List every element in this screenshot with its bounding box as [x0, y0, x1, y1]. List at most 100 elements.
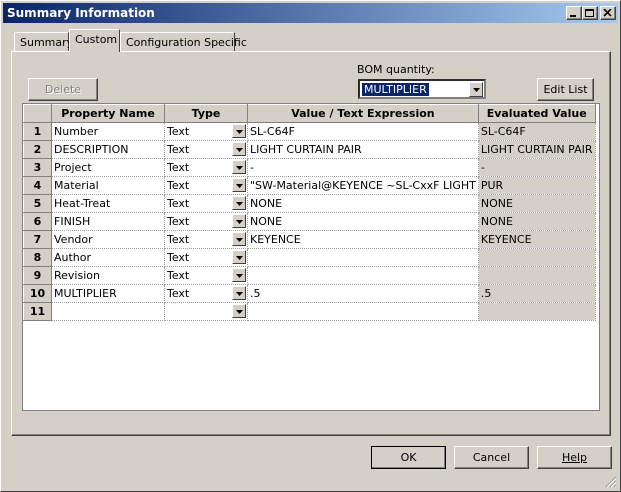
value-text-expression-cell[interactable]: SL-C64F [247, 122, 479, 141]
summary-information-dialog: Summary Information Summary Custom Confi… [0, 0, 621, 492]
property-name-cell[interactable]: Revision [51, 266, 165, 285]
value-text-expression-cell[interactable]: .5 [247, 284, 479, 303]
property-name-cell[interactable]: MULTIPLIER [51, 284, 165, 303]
column-header-property-name[interactable]: Property Name [51, 104, 165, 123]
table-row: 8 Author Text [23, 248, 596, 267]
table-row: 6 FINISH Text NONE NONE [23, 212, 596, 231]
property-name-cell[interactable]: Heat-Treat [51, 194, 165, 213]
tab-summary[interactable]: Summary [14, 32, 73, 52]
value-text-expression-cell[interactable]: NONE [247, 194, 479, 213]
type-dropdown-button[interactable] [232, 214, 246, 228]
type-dropdown-button[interactable] [232, 178, 246, 192]
table-row: 9 Revision Text [23, 266, 596, 285]
property-name-cell[interactable]: Project [51, 158, 165, 177]
tab-configuration-specific-label: Configuration Specific [126, 36, 247, 49]
resize-grip-icon[interactable] [605, 476, 617, 488]
row-number[interactable]: 3 [23, 158, 52, 177]
type-cell[interactable]: Text [164, 122, 248, 141]
bom-quantity-select[interactable]: MULTIPLIER [358, 79, 486, 99]
evaluated-value-cell: KEYENCE [478, 230, 596, 249]
type-dropdown-button[interactable] [232, 160, 246, 174]
type-cell[interactable]: Text [164, 248, 248, 267]
tab-custom[interactable]: Custom [69, 29, 120, 52]
type-value: Text [167, 251, 190, 264]
help-button-label: Help [561, 451, 588, 464]
chevron-down-icon [236, 274, 243, 278]
type-dropdown-button[interactable] [232, 124, 246, 138]
value-text-expression-cell[interactable]: KEYENCE [247, 230, 479, 249]
property-name-cell[interactable]: Number [51, 122, 165, 141]
evaluated-value-cell: LIGHT CURTAIN PAIR [478, 140, 596, 159]
value-text-expression-cell[interactable]: LIGHT CURTAIN PAIR [247, 140, 479, 159]
value-text-expression-cell[interactable]: NONE [247, 212, 479, 231]
type-cell[interactable]: Text [164, 140, 248, 159]
evaluated-value-cell [478, 266, 596, 285]
value-text-expression-cell[interactable]: - [247, 158, 479, 177]
table-row: 10 MULTIPLIER Text .5 .5 [23, 284, 596, 303]
type-cell[interactable]: Text [164, 158, 248, 177]
row-number[interactable]: 8 [23, 248, 52, 267]
property-name-cell[interactable] [51, 302, 165, 321]
value-text-expression-cell[interactable] [247, 266, 479, 285]
row-number[interactable]: 9 [23, 266, 52, 285]
row-number[interactable]: 4 [23, 176, 52, 195]
row-number[interactable]: 1 [23, 122, 52, 141]
help-button[interactable]: Help [537, 446, 612, 469]
type-cell[interactable]: Text [164, 230, 248, 249]
bom-quantity-value: MULTIPLIER [362, 83, 429, 96]
type-dropdown-button[interactable] [232, 250, 246, 264]
property-name-cell[interactable]: Material [51, 176, 165, 195]
minimize-button[interactable] [566, 6, 582, 20]
property-name-cell[interactable]: Author [51, 248, 165, 267]
type-dropdown-button[interactable] [232, 142, 246, 156]
type-cell[interactable]: Text [164, 176, 248, 195]
column-header-evaluated-value[interactable]: Evaluated Value [477, 104, 596, 123]
tab-configuration-specific[interactable]: Configuration Specific [120, 32, 247, 52]
type-value: Text [167, 233, 190, 246]
property-name-cell[interactable]: Vendor [51, 230, 165, 249]
type-cell[interactable]: Text [164, 284, 248, 303]
row-number[interactable]: 2 [23, 140, 52, 159]
row-number[interactable]: 7 [23, 230, 52, 249]
title-bar[interactable]: Summary Information [3, 3, 618, 23]
type-dropdown-button[interactable] [232, 196, 246, 210]
value-text-expression-cell[interactable]: "SW-Material@KEYENCE ~SL-CxxF LIGHT [247, 176, 479, 195]
row-number[interactable]: 11 [23, 302, 52, 321]
value-text-expression-cell[interactable] [247, 248, 479, 267]
maximize-button[interactable] [582, 6, 598, 20]
close-icon [603, 9, 612, 17]
type-cell[interactable]: Text [164, 194, 248, 213]
ok-button[interactable]: OK [371, 446, 446, 469]
type-cell[interactable]: Text [164, 212, 248, 231]
evaluated-value-cell [478, 302, 596, 321]
delete-button[interactable]: Delete [28, 78, 98, 101]
property-name-cell[interactable]: DESCRIPTION [51, 140, 165, 159]
table-row: 5 Heat-Treat Text NONE NONE [23, 194, 596, 213]
evaluated-value-cell: SL-C64F [478, 122, 596, 141]
chevron-down-icon [236, 310, 243, 314]
type-cell[interactable] [164, 302, 248, 321]
delete-button-label: Delete [44, 83, 82, 96]
cancel-button[interactable]: Cancel [454, 446, 529, 469]
bom-quantity-dropdown-button[interactable] [469, 82, 483, 97]
custom-properties-grid: Property Name Type Value / Text Expressi… [22, 103, 600, 411]
type-dropdown-button[interactable] [232, 268, 246, 282]
chevron-down-icon [236, 148, 243, 152]
row-number[interactable]: 6 [23, 212, 52, 231]
property-name-cell[interactable]: FINISH [51, 212, 165, 231]
type-cell[interactable]: Text [164, 266, 248, 285]
cancel-button-label: Cancel [472, 451, 511, 464]
row-number[interactable]: 10 [23, 284, 52, 303]
column-header-value-text-expression[interactable]: Value / Text Expression [247, 104, 479, 123]
type-value: Text [167, 287, 190, 300]
value-text-expression-cell[interactable] [247, 302, 479, 321]
type-dropdown-button[interactable] [232, 304, 246, 318]
close-button[interactable] [600, 6, 616, 20]
column-header-type[interactable]: Type [164, 104, 248, 123]
type-dropdown-button[interactable] [232, 232, 246, 246]
row-number[interactable]: 5 [23, 194, 52, 213]
type-dropdown-button[interactable] [232, 286, 246, 300]
table-row: 4 Material Text "SW-Material@KEYENCE ~SL… [23, 176, 596, 195]
edit-list-button[interactable]: Edit List [537, 78, 594, 101]
chevron-down-icon [236, 220, 243, 224]
